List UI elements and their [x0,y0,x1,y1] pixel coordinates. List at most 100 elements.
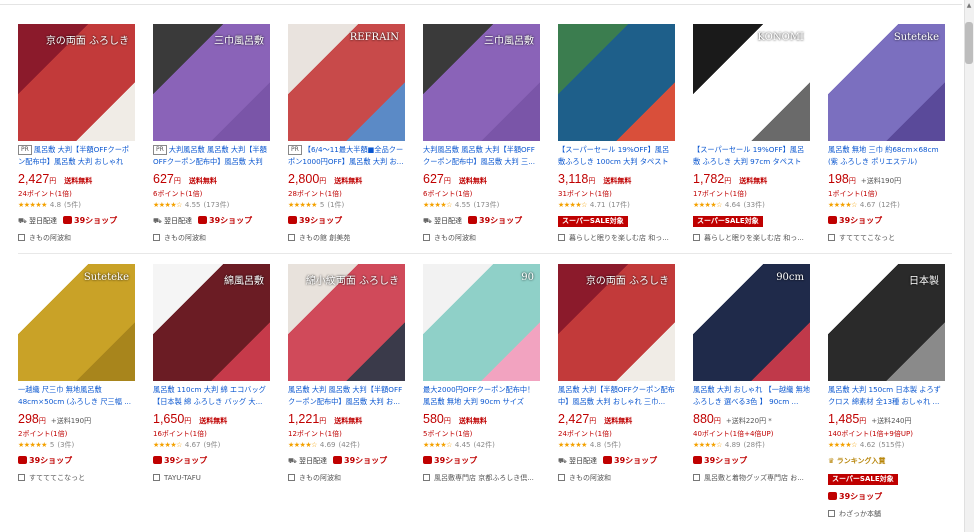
shipping-label: +送料190円 [50,417,92,425]
product-card[interactable]: 綿風呂敷風呂敷 110cm 大判 綿 エコバッグ【日本製 綿 ふろしき バッグ … [153,264,270,519]
shop-link[interactable]: きもの阿波和 [153,233,270,243]
yen-label: 円 [859,417,867,425]
review-count[interactable]: (5件) [64,201,81,209]
scroll-thumb[interactable] [965,22,973,64]
product-title-link[interactable]: PR 風呂敷 大判【半額OFFクーポン配布中】風呂敷 大判 おしゃれ [18,144,135,168]
price: 2,800 [288,172,320,186]
product-image[interactable]: 京の両面 ふろしき [558,264,675,381]
product-title-link[interactable]: 一越織 尺三巾 無地風呂敷 48cm×50cm (ふろしき 尺三幅 ... [18,384,135,408]
shop-link[interactable]: 風呂敷専門店 京都ふろしき倶... [423,473,540,483]
product-card[interactable]: 90 最大2000円OFFクーポン配布中！風呂敷 無地 大判 90cm サイズ 二… [423,264,540,519]
review-count[interactable]: (3件) [57,441,74,449]
product-title-link[interactable]: 最大2000円OFFクーポン配布中！風呂敷 無地 大判 90cm サイズ 二..… [423,384,540,408]
shop-link[interactable]: きもの阿波和 [423,233,540,243]
scroll-up-arrow-icon[interactable]: ▲ [965,2,973,10]
shop-link[interactable]: 暮らしと眠りを楽しむ店 和っ... [693,233,810,243]
yen-label: 円 [49,177,57,185]
badges: ⛟ 翌日配達 39ショップ [18,214,135,228]
product-title-link[interactable]: 風呂敷 大判 おしゃれ 【一越織 無地ふろしき 選べる3色 】 90cm ... [693,384,810,408]
product-card[interactable]: KONOMI 【スーパーセール 19%OFF】風呂敷 ふろしき 大判 97cm タ… [693,24,810,243]
product-title: 風呂敷 大判【半額OFFクーポン配布中】風呂敷 大判 おしゃれ [18,145,130,166]
review-count[interactable]: (42件) [473,441,494,449]
truck-icon: ⛟ [288,457,297,465]
product-card[interactable]: REFRAIN PR 【6/4～11最大半額■全品クーポン1000円OFF】風呂敷 … [288,24,405,243]
product-image[interactable]: 90cm [693,264,810,381]
review-count[interactable]: (42件) [338,441,359,449]
shop39-badge: 39ショップ [423,456,477,465]
rating-value: 4.55 [454,201,471,209]
shop-link[interactable]: きもの阿波和 [288,473,405,483]
product-title: 風呂敷 大判 おしゃれ 【一越織 無地ふろしき 選べる3色 】 90cm ... [693,385,810,406]
ranking-badge[interactable]: ♛ ランキング入賞 [828,457,886,465]
shop-link[interactable]: きもの阿波和 [558,473,675,483]
product-title-link[interactable]: 風呂敷 無地 三巾 約68cm×68cm (紫 ふろしき ポリエステル) [828,144,945,168]
shop39-badge: 39ショップ [18,456,72,465]
product-card[interactable]: 三巾風呂敷 PR 大判風呂敷 風呂敷 大判【半額OFFクーポン配布中】風呂敷 大判 … [153,24,270,243]
product-title-link[interactable]: 風呂敷 大判 150cm 日本製 よろずクロス 綿素材 全13種 おしゃれ ..… [828,384,945,408]
yen-label: 円 [173,177,181,185]
product-card[interactable]: 京の両面 ふろしき PR 風呂敷 大判【半額OFFクーポン配布中】風呂敷 大判 おし… [18,24,135,243]
price: 3,118 [558,172,589,186]
scrollbar[interactable]: ▲ [964,0,974,532]
rating: ★★★★☆ 4.67 (12件) [828,200,945,210]
product-image[interactable]: 三巾風呂敷 [423,24,540,141]
product-image[interactable]: 90 [423,264,540,381]
product-card[interactable]: 三巾風呂敷大判風呂敷 風呂敷 大判【半額OFFクーポン配布中】風呂敷 大判 三.… [423,24,540,243]
shop-link[interactable]: すてててこなっと [18,473,135,483]
product-card[interactable]: 綿小紋両面 ふろしき風呂敷 大判 風呂敷 大判【半額OFFクーポン配布中】風呂敷… [288,264,405,519]
review-count[interactable]: (515件) [878,441,904,449]
product-card[interactable]: Suteteke 一越織 尺三巾 無地風呂敷 48cm×50cm (ふろしき 尺三… [18,264,135,519]
shop-link[interactable]: 暮らしと眠りを楽しむ店 和っ... [558,233,675,243]
product-title-link[interactable]: PR 【6/4～11最大半額■全品クーポン1000円OFF】風呂敷 大判 お... [288,144,405,168]
review-count[interactable]: (33件) [743,201,764,209]
product-image[interactable]: 綿風呂敷 [153,264,270,381]
rating: ★★★★★ 5 (1件) [288,200,405,210]
review-count[interactable]: (5件) [604,441,621,449]
product-title-link[interactable]: 【スーパーセール 19%OFF】風呂敷ふろしき 100cm 大判 タペストリ..… [558,144,675,168]
shop-link[interactable]: すてててこなっと [828,233,945,243]
product-image[interactable]: 京の両面 ふろしき [18,24,135,141]
review-count[interactable]: (17件) [608,201,629,209]
shop39-badge: 39ショップ [828,492,882,501]
product-title-link[interactable]: 風呂敷 110cm 大判 綿 エコバッグ【日本製 綿 ふろしき バッグ 大... [153,384,270,408]
shop-link[interactable]: きもの阿波和 [18,233,135,243]
product-image[interactable]: 日本製 [828,264,945,381]
shop-link[interactable]: わざっか本舗 [828,509,945,519]
product-image[interactable] [558,24,675,141]
shop-link[interactable]: 風呂敷と着物グッズ専門店 お... [693,473,810,483]
review-count[interactable]: (1件) [327,201,344,209]
shipping-label: 送料無料 [458,417,487,425]
shop-icon [153,234,160,241]
review-count[interactable]: (173件) [473,201,499,209]
shop39-badge: 39ショップ [828,216,882,225]
product-image[interactable]: KONOMI [693,24,810,141]
review-count[interactable]: (173件) [203,201,229,209]
points: 28ポイント(1倍) [288,190,342,198]
rating-value: 4.45 [454,441,471,449]
yen-label: 円 [319,177,327,185]
product-title-link[interactable]: PR大判風呂敷 風呂敷 大判【半額OFFクーポン配布中】風呂敷 大判 お [153,144,270,168]
review-count[interactable]: (12件) [878,201,899,209]
product-image[interactable]: 綿小紋両面 ふろしき [288,264,405,381]
review-count[interactable]: (9件) [203,441,220,449]
product-grid: 京の両面 ふろしき PR 風呂敷 大判【半額OFFクーポン配布中】風呂敷 大判 おし… [18,24,952,529]
product-card[interactable]: 京の両面 ふろしき風呂敷 大判【半額OFFクーポン配布中】風呂敷 大判 おしゃれ… [558,264,675,519]
product-title-link[interactable]: 風呂敷 大判【半額OFFクーポン配布中】風呂敷 大判 おしゃれ 三巾... [558,384,675,408]
product-title: 風呂敷 無地 三巾 約68cm×68cm (紫 ふろしき ポリエステル) [828,145,939,166]
review-count[interactable]: (28件) [743,441,764,449]
shop-icon [828,510,835,517]
product-card[interactable]: 90cm 風呂敷 大判 おしゃれ 【一越織 無地ふろしき 選べる3色 】 90cm… [693,264,810,519]
product-image[interactable]: Suteteke [828,24,945,141]
product-card[interactable]: 【スーパーセール 19%OFF】風呂敷ふろしき 100cm 大判 タペストリ..… [558,24,675,243]
product-card[interactable]: Suteteke 風呂敷 無地 三巾 約68cm×68cm (紫 ふろしき ポリエ… [828,24,945,243]
product-card[interactable]: 日本製風呂敷 大判 150cm 日本製 よろずクロス 綿素材 全13種 おしゃれ… [828,264,945,519]
shop-link[interactable]: きもの館 創美苑 [288,233,405,243]
product-image[interactable]: Suteteke [18,264,135,381]
product-title-link[interactable]: 風呂敷 大判 風呂敷 大判【半額OFFクーポン配布中】風呂敷 大判 お... [288,384,405,408]
product-title-link[interactable]: 大判風呂敷 風呂敷 大判【半額OFFクーポン配布中】風呂敷 大判 三... [423,144,540,168]
product-image[interactable]: REFRAIN [288,24,405,141]
product-image[interactable]: 三巾風呂敷 [153,24,270,141]
shop-link[interactable]: TAYU-TAFU [153,473,270,483]
product-title-link[interactable]: 【スーパーセール 19%OFF】風呂敷 ふろしき 大判 97cm タペストリ..… [693,144,810,168]
shop39-icon [603,456,613,464]
